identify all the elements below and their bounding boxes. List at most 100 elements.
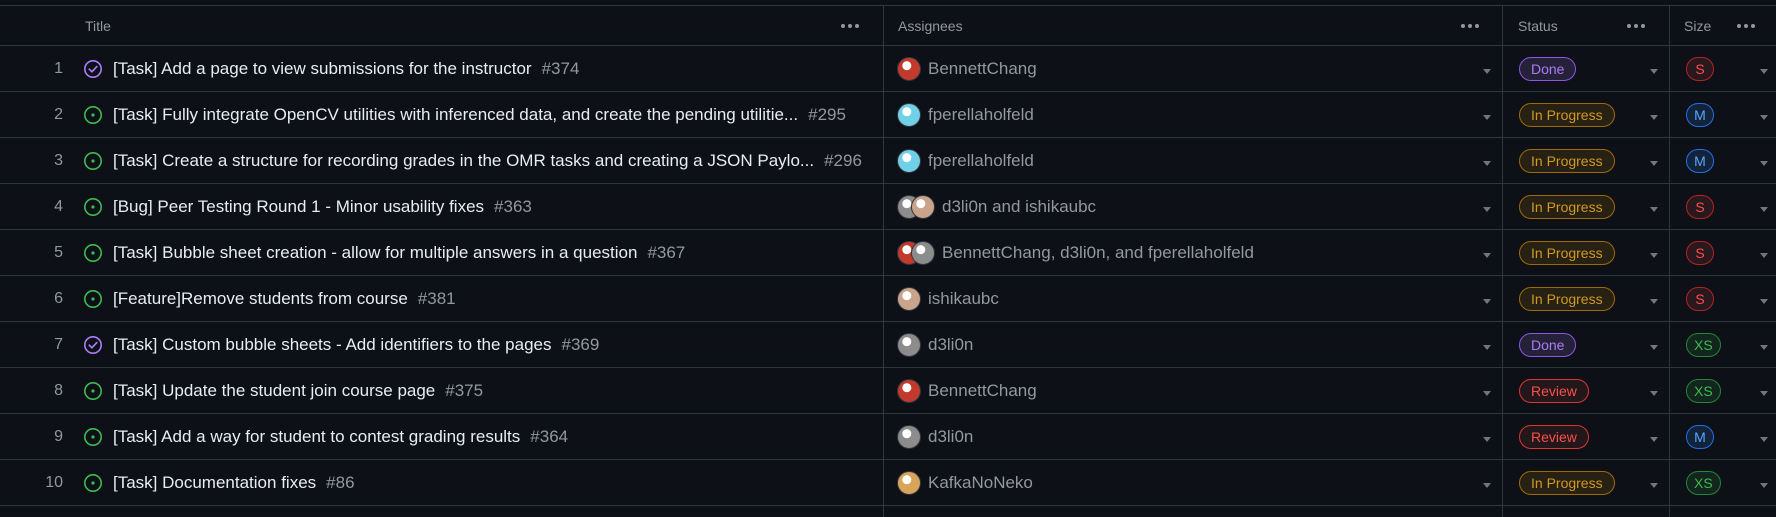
assignees-cell[interactable]: KafkaNoNeko [897, 460, 1477, 506]
assignees-cell[interactable]: fperellaholfeld [897, 92, 1477, 138]
status-badge[interactable]: Done [1519, 57, 1577, 81]
assignees-text: d3li0n and ishikaubc [942, 197, 1097, 216]
status-menu-triangle-down-icon[interactable] [1647, 184, 1661, 230]
status-menu-triangle-down-icon[interactable] [1647, 230, 1661, 276]
issue-title-link[interactable]: [Task] Bubble sheet creation - allow for… [113, 243, 637, 263]
row-number: 10 [45, 474, 63, 491]
avatar [897, 379, 921, 403]
size-badge[interactable]: M [1686, 103, 1714, 127]
issue-title-link[interactable]: [Task] Fully integrate OpenCV utilities … [113, 105, 798, 125]
status-badge[interactable]: Review [1519, 425, 1589, 449]
size-menu-triangle-down-icon[interactable] [1757, 230, 1771, 276]
assignees-cell[interactable]: BennettChang [897, 46, 1477, 92]
size-menu-triangle-down-icon[interactable] [1757, 138, 1771, 184]
status-badge[interactable]: In Progress [1519, 241, 1615, 265]
assignees-menu-triangle-down-icon[interactable] [1480, 414, 1494, 460]
size-menu-triangle-down-icon[interactable] [1757, 46, 1771, 92]
column-header-size[interactable]: Size [1684, 6, 1711, 45]
assignees-cell[interactable]: fperellaholfeld [897, 138, 1477, 184]
assignees-cell[interactable]: d3li0n and ishikaubc [897, 184, 1477, 230]
status-badge[interactable]: Review [1519, 379, 1589, 403]
status-menu-triangle-down-icon[interactable] [1647, 460, 1661, 506]
assignees-cell[interactable]: ishikaubc [897, 276, 1477, 322]
status-menu-triangle-down-icon[interactable] [1647, 414, 1661, 460]
assignees-menu-triangle-down-icon[interactable] [1480, 368, 1494, 414]
status-cell: In Progress [1519, 276, 1615, 322]
title-column-options-icon[interactable] [836, 6, 864, 45]
assignees-column-options-icon[interactable] [1456, 6, 1484, 45]
assignees-menu-triangle-down-icon[interactable] [1480, 184, 1494, 230]
size-badge[interactable]: M [1686, 149, 1714, 173]
assignees-cell[interactable]: d3li0n [897, 322, 1477, 368]
assignees-cell[interactable]: BennettChang, d3li0n, and fperellaholfel… [897, 230, 1477, 276]
size-menu-triangle-down-icon[interactable] [1757, 368, 1771, 414]
status-column-options-icon[interactable] [1622, 6, 1650, 45]
size-badge[interactable]: XS [1686, 333, 1721, 357]
status-menu-triangle-down-icon[interactable] [1647, 92, 1661, 138]
size-cell: XS [1686, 460, 1721, 506]
size-menu-triangle-down-icon[interactable] [1757, 414, 1771, 460]
table-row: 3 [Task] Create a structure for recording… [0, 138, 1776, 184]
size-menu-triangle-down-icon[interactable] [1757, 184, 1771, 230]
size-badge[interactable]: S [1686, 241, 1714, 265]
row-number: 5 [54, 244, 63, 261]
size-badge[interactable]: XS [1686, 471, 1721, 495]
column-header-title[interactable]: Title [85, 6, 111, 45]
assignees-menu-triangle-down-icon[interactable] [1480, 46, 1494, 92]
size-badge[interactable]: S [1686, 57, 1714, 81]
status-badge[interactable]: In Progress [1519, 149, 1615, 173]
status-menu-triangle-down-icon[interactable] [1647, 322, 1661, 368]
column-header-status[interactable]: Status [1518, 6, 1558, 45]
issue-opened-icon [83, 473, 103, 493]
status-menu-triangle-down-icon[interactable] [1647, 46, 1661, 92]
assignees-text: BennettChang [928, 59, 1037, 78]
issue-title-link[interactable]: [Task] Add a page to view submissions fo… [113, 59, 532, 79]
size-badge[interactable]: S [1686, 195, 1714, 219]
status-menu-triangle-down-icon[interactable] [1647, 368, 1661, 414]
status-menu-triangle-down-icon[interactable] [1647, 276, 1661, 322]
size-menu-triangle-down-icon[interactable] [1757, 460, 1771, 506]
assignees-menu-triangle-down-icon[interactable] [1480, 92, 1494, 138]
assignees-menu-triangle-down-icon[interactable] [1480, 230, 1494, 276]
issue-title-link[interactable]: [Task] Create a structure for recording … [113, 151, 814, 171]
issue-title-link[interactable]: [Feature]Remove students from course [113, 289, 408, 309]
issue-number: #375 [445, 381, 484, 400]
status-badge[interactable]: In Progress [1519, 103, 1615, 127]
size-badge[interactable]: M [1686, 425, 1714, 449]
issue-title-link[interactable]: [Task] Update the student join course pa… [113, 381, 435, 401]
status-menu-triangle-down-icon[interactable] [1647, 138, 1661, 184]
table-row: 5 [Task] Bubble sheet creation - allow fo… [0, 230, 1776, 276]
issue-opened-icon [83, 243, 103, 263]
status-badge[interactable]: In Progress [1519, 287, 1615, 311]
size-menu-triangle-down-icon[interactable] [1757, 322, 1771, 368]
size-badge[interactable]: XS [1686, 379, 1721, 403]
status-cell: Done [1519, 46, 1577, 92]
avatar-stack [897, 379, 921, 403]
status-badge[interactable]: In Progress [1519, 195, 1615, 219]
size-menu-triangle-down-icon[interactable] [1757, 276, 1771, 322]
issue-title-cell: [Task] Update the student join course pa… [83, 368, 873, 414]
assignees-menu-triangle-down-icon[interactable] [1480, 276, 1494, 322]
issue-number: #295 [808, 105, 846, 124]
status-cell: In Progress [1519, 138, 1615, 184]
issue-title-link[interactable]: [Bug] Peer Testing Round 1 - Minor usabi… [113, 197, 484, 217]
status-badge[interactable]: In Progress [1519, 471, 1615, 495]
assignees-menu-triangle-down-icon[interactable] [1480, 460, 1494, 506]
assignees-menu-triangle-down-icon[interactable] [1480, 138, 1494, 184]
status-cell: Review [1519, 368, 1589, 414]
status-badge[interactable]: Done [1519, 333, 1577, 357]
size-menu-triangle-down-icon[interactable] [1757, 92, 1771, 138]
assignees-text: BennettChang [928, 381, 1037, 400]
size-badge[interactable]: S [1686, 287, 1714, 311]
column-header-assignees[interactable]: Assignees [898, 6, 963, 45]
assignees-cell[interactable]: d3li0n [897, 414, 1477, 460]
row-number: 6 [54, 290, 63, 307]
size-column-options-icon[interactable] [1732, 6, 1760, 45]
assignees-cell[interactable]: BennettChang [897, 368, 1477, 414]
issue-title-link[interactable]: [Task] Custom bubble sheets - Add identi… [113, 335, 551, 355]
assignees-menu-triangle-down-icon[interactable] [1480, 322, 1494, 368]
assignees-text: fperellaholfeld [928, 151, 1034, 170]
issue-number: #369 [561, 335, 600, 354]
issue-title-link[interactable]: [Task] Documentation fixes [113, 473, 316, 493]
issue-title-link[interactable]: [Task] Add a way for student to contest … [113, 427, 520, 447]
